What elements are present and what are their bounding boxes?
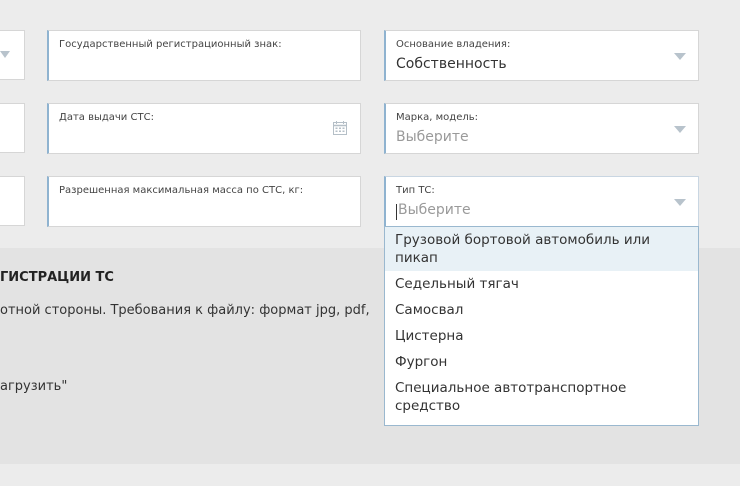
ownership-label: Основание владения: <box>396 39 511 50</box>
vehicle-type-placeholder: Выберите <box>398 202 471 218</box>
section-description: отной стороны. Требования к файлу: форма… <box>0 303 370 318</box>
left-field-row2[interactable] <box>0 103 25 153</box>
dropdown-option[interactable]: Цистерна <box>385 323 698 349</box>
calendar-icon[interactable] <box>332 120 348 136</box>
max-mass-field[interactable]: Разрешенная максимальная масса по СТС, к… <box>47 176 361 227</box>
brand-model-label: Марка, модель: <box>396 112 479 123</box>
dropdown-option[interactable]: Фургон <box>385 349 698 375</box>
reg-sign-label: Государственный регистрационный знак: <box>59 39 282 50</box>
dropdown-option[interactable]: Седельный тягач <box>385 271 698 297</box>
chevron-down-icon <box>674 53 686 60</box>
chevron-down-icon <box>674 126 686 133</box>
ownership-value: Собственность <box>396 56 507 72</box>
vehicle-type-dropdown: Грузовой бортовой автомобиль или пикап С… <box>384 226 699 426</box>
sts-date-label: Дата выдачи СТС: <box>59 112 154 123</box>
text-cursor <box>396 204 397 220</box>
footer-background <box>0 464 740 486</box>
left-field-row1[interactable] <box>0 30 25 80</box>
dropdown-option[interactable]: Самосвал <box>385 297 698 323</box>
brand-model-select[interactable]: Марка, модель: Выберите <box>384 103 699 154</box>
ownership-select[interactable]: Основание владения: Собственность <box>384 30 699 81</box>
chevron-down-icon <box>674 199 686 206</box>
sts-date-field[interactable]: Дата выдачи СТС: <box>47 103 361 154</box>
vehicle-type-label: Тип ТС: <box>396 185 435 196</box>
section-title: ГИСТРАЦИИ ТС <box>0 270 114 285</box>
dropdown-option[interactable]: Специальное автотранспортное средство <box>385 375 698 419</box>
max-mass-label: Разрешенная максимальная масса по СТС, к… <box>59 185 304 196</box>
vehicle-type-select[interactable]: Тип ТС: Выберите <box>384 176 699 227</box>
brand-model-placeholder: Выберите <box>396 129 469 145</box>
upload-link[interactable]: агрузить" <box>0 379 67 394</box>
left-field-row3[interactable] <box>0 176 25 226</box>
chevron-down-icon <box>0 51 10 58</box>
dropdown-option[interactable]: Грузовой бортовой автомобиль или пикап <box>385 227 698 271</box>
reg-sign-field[interactable]: Государственный регистрационный знак: <box>47 30 361 81</box>
